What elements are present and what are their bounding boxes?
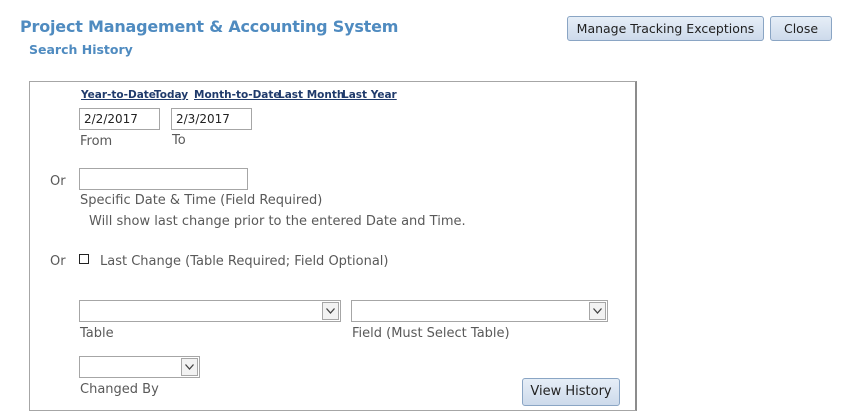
- table-dropdown-button[interactable]: [322, 302, 339, 320]
- field-select-value: [352, 301, 607, 321]
- page-subtitle: Search History: [29, 42, 133, 57]
- link-year-to-date[interactable]: Year-to-Date: [81, 89, 156, 101]
- last-change-label: Last Change (Table Required; Field Optio…: [100, 254, 389, 269]
- from-date-input[interactable]: 2/2/2017: [79, 108, 160, 130]
- link-last-month[interactable]: Last Month: [278, 89, 344, 101]
- from-label: From: [80, 134, 113, 149]
- specific-datetime-label: Specific Date & Time (Field Required): [80, 193, 323, 208]
- table-label: Table: [80, 326, 114, 341]
- manage-tracking-exceptions-button[interactable]: Manage Tracking Exceptions: [567, 16, 764, 41]
- field-select[interactable]: [351, 300, 608, 322]
- changed-by-label: Changed By: [80, 382, 159, 397]
- last-change-checkbox[interactable]: [79, 254, 89, 264]
- to-date-input[interactable]: 2/3/2017: [171, 108, 252, 130]
- view-history-button[interactable]: View History: [522, 378, 620, 406]
- link-today[interactable]: Today: [154, 89, 188, 101]
- changed-by-dropdown-button[interactable]: [181, 358, 198, 376]
- chevron-down-icon: [326, 308, 335, 314]
- or-label-specific: Or: [50, 174, 66, 189]
- specific-datetime-note: Will show last change prior to the enter…: [89, 214, 466, 229]
- to-label: To: [172, 133, 186, 148]
- changed-by-select[interactable]: [79, 356, 200, 378]
- close-button[interactable]: Close: [770, 16, 832, 41]
- field-dropdown-button[interactable]: [589, 302, 606, 320]
- chevron-down-icon: [185, 364, 194, 370]
- field-label: Field (Must Select Table): [352, 326, 510, 341]
- link-last-year[interactable]: Last Year: [342, 89, 397, 101]
- or-label-last-change: Or: [50, 254, 66, 269]
- specific-datetime-input[interactable]: [79, 168, 248, 190]
- table-select[interactable]: [79, 300, 341, 322]
- link-month-to-date[interactable]: Month-to-Date: [194, 89, 281, 101]
- chevron-down-icon: [593, 308, 602, 314]
- app-title: Project Management & Accounting System: [20, 17, 399, 36]
- table-select-value: [80, 301, 340, 321]
